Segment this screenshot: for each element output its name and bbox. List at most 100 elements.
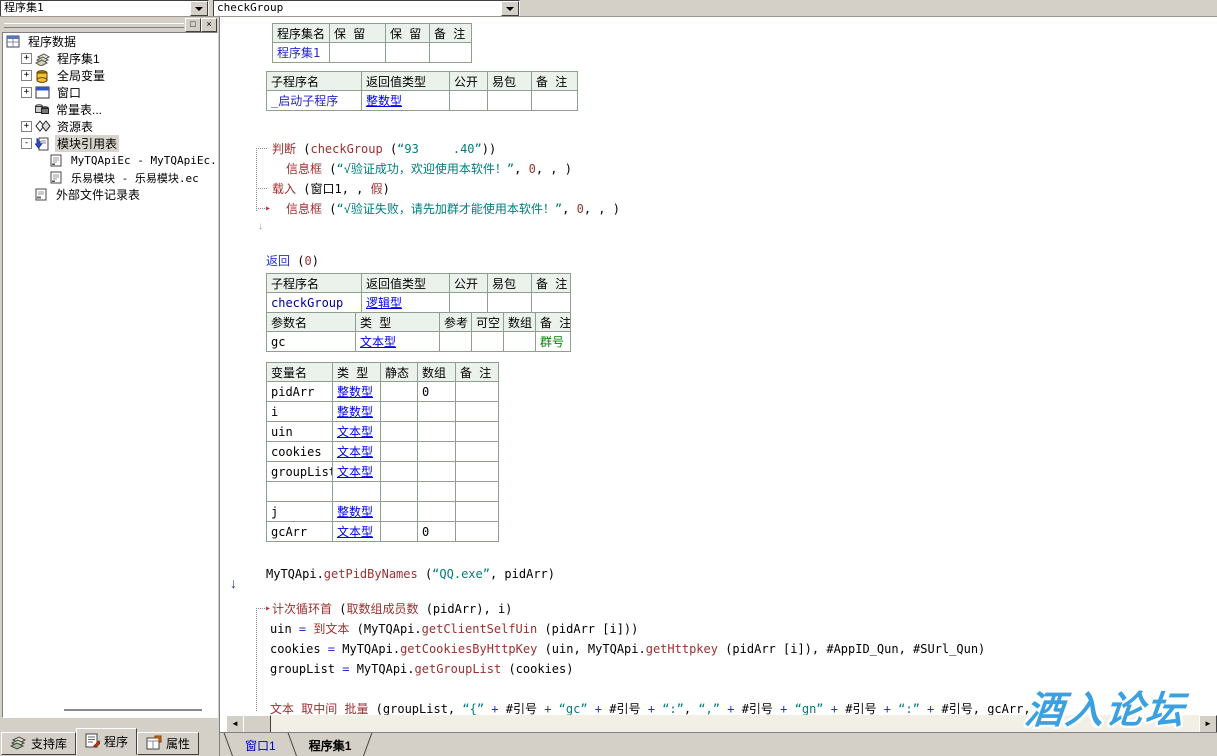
table-header-cell[interactable]: 参考	[440, 312, 472, 332]
table-header-cell[interactable]: 类 型	[333, 362, 381, 382]
table-cell[interactable]	[381, 522, 418, 542]
tree-item[interactable]: -模块引用表	[3, 135, 217, 152]
tree-item[interactable]: 程序数据	[3, 33, 217, 50]
table-cell[interactable]	[266, 482, 333, 502]
tree-item[interactable]: +窗口	[3, 84, 217, 101]
table-cell[interactable]: 程序集1	[272, 43, 330, 63]
table-cell[interactable]	[430, 43, 472, 63]
table-cell[interactable]: 文本型	[333, 462, 381, 482]
table-header-cell[interactable]: 备 注	[536, 312, 571, 332]
table-cell[interactable]: groupList	[266, 462, 333, 482]
table-header-cell[interactable]: 公开	[450, 273, 488, 293]
table-cell[interactable]: uin	[266, 422, 333, 442]
sub-combo-dropdown-button[interactable]	[501, 1, 519, 16]
table-cell[interactable]: 文本型	[333, 422, 381, 442]
table-cell[interactable]: 逻辑型	[362, 293, 450, 313]
sub-combo[interactable]: checkGroup	[213, 0, 520, 17]
table-cell[interactable]	[456, 382, 499, 402]
table-cell[interactable]: 整数型	[333, 382, 381, 402]
table-cell[interactable]	[381, 442, 418, 462]
table-header-cell[interactable]: 保 留	[330, 23, 386, 43]
tree-item[interactable]: 乐易模块 - 乐易模块.ec	[3, 169, 217, 186]
code-line[interactable]: 返回 (0)	[266, 251, 319, 271]
table-cell[interactable]: 0	[418, 522, 456, 542]
bottom-tab-inactive[interactable]: 窗口1	[231, 733, 290, 756]
table-cell[interactable]	[456, 462, 499, 482]
code-line[interactable]: 计次循环首 (取数组成员数 (pidArr), i)	[256, 599, 1059, 619]
assembly-combo[interactable]: 程序集1	[0, 0, 209, 17]
tree-item[interactable]: 外部文件记录表	[3, 186, 217, 203]
table-cell[interactable]	[456, 482, 499, 502]
sidebar-tab-property[interactable]: 属性	[137, 732, 199, 755]
table-cell[interactable]	[330, 43, 386, 63]
panel-close-button[interactable]: ×	[201, 18, 217, 32]
table-cell[interactable]	[418, 482, 456, 502]
table-cell[interactable]	[386, 43, 430, 63]
table-cell[interactable]	[532, 91, 578, 111]
table-header-cell[interactable]: 备 注	[456, 362, 499, 382]
bottom-tab-active[interactable]: 程序集1	[295, 733, 366, 756]
plus-box-icon[interactable]: +	[21, 70, 32, 81]
table-cell[interactable]: j	[266, 502, 333, 522]
tree-item[interactable]: +资源表	[3, 118, 217, 135]
tree-item[interactable]: MyTQApiEc - MyTQApiEc.ec	[3, 152, 217, 169]
table-header-cell[interactable]: 数组	[504, 312, 536, 332]
table-cell[interactable]: gcArr	[266, 522, 333, 542]
table-cell[interactable]: _启动子程序	[266, 91, 362, 111]
table-cell[interactable]: checkGroup	[266, 293, 362, 313]
table-cell[interactable]: 整数型	[333, 402, 381, 422]
table-cell[interactable]	[504, 332, 536, 352]
table-cell[interactable]	[418, 422, 456, 442]
table-cell[interactable]	[472, 332, 504, 352]
table-header-cell[interactable]: 静态	[381, 362, 418, 382]
minus-box-icon[interactable]: -	[21, 138, 32, 149]
table-cell[interactable]	[381, 502, 418, 522]
table-cell[interactable]	[381, 402, 418, 422]
table-header-cell[interactable]: 备 注	[430, 23, 472, 43]
table-header-cell[interactable]: 公开	[450, 71, 488, 91]
panel-restore-button[interactable]: □	[185, 18, 201, 32]
tree-item[interactable]: +全局变量	[3, 67, 217, 84]
table-cell[interactable]: 整数型	[333, 502, 381, 522]
table-cell[interactable]	[381, 422, 418, 442]
table-header-cell[interactable]: 备 注	[532, 273, 571, 293]
table-header-cell[interactable]: 返回值类型	[362, 273, 450, 293]
table-cell[interactable]	[333, 482, 381, 502]
assembly-combo-dropdown-button[interactable]	[190, 1, 208, 16]
code-line[interactable]: 判断 (checkGroup (“93.40”))	[256, 139, 620, 159]
table-cell[interactable]: 0	[418, 382, 456, 402]
code-line[interactable]: MyTQApi.getPidByNames (“QQ.exe”, pidArr)	[266, 564, 555, 584]
table-cell[interactable]	[418, 442, 456, 462]
tree-item[interactable]: 常量表...	[3, 101, 217, 118]
table-cell[interactable]	[418, 462, 456, 482]
sidebar-tab-program[interactable]: 程序	[76, 728, 137, 755]
tree-item[interactable]: +程序集1	[3, 50, 217, 67]
code-line[interactable]: uin = 到文本 (MyTQApi.getClientSelfUin (pid…	[256, 619, 1059, 639]
sidebar-tab-support-lib[interactable]: 支持库	[1, 732, 76, 755]
code-line[interactable]: 载入 (窗口1, , 假)	[256, 179, 620, 199]
table-header-cell[interactable]: 可空	[472, 312, 504, 332]
code-editor[interactable]: 程序集名保 留保 留备 注程序集1 子程序名返回值类型公开易包备 注_启动子程序…	[220, 17, 1217, 756]
table-cell[interactable]: 文本型	[356, 332, 440, 352]
table-cell[interactable]	[450, 293, 488, 313]
table-header-cell[interactable]: 子程序名	[266, 71, 362, 91]
table-header-cell[interactable]: 数组	[418, 362, 456, 382]
table-cell[interactable]: cookies	[266, 442, 333, 462]
table-header-cell[interactable]: 备 注	[532, 71, 578, 91]
table-cell[interactable]	[440, 332, 472, 352]
table-cell[interactable]	[532, 293, 571, 313]
table-header-cell[interactable]: 参数名	[266, 312, 356, 332]
table-cell[interactable]	[381, 382, 418, 402]
table-cell[interactable]	[381, 462, 418, 482]
code-line[interactable]: cookies = MyTQApi.getCookiesByHttpKey (u…	[256, 639, 1059, 659]
table-header-cell[interactable]: 类 型	[356, 312, 440, 332]
table-cell[interactable]	[418, 402, 456, 422]
table-cell[interactable]	[456, 522, 499, 542]
table-header-cell[interactable]: 易包	[488, 71, 532, 91]
table-header-cell[interactable]: 易包	[488, 273, 532, 293]
table-cell[interactable]: 文本型	[333, 522, 381, 542]
code-line[interactable]: 信息框 (“√验证失败，请先加群才能使用本软件！”, 0, , )	[256, 199, 620, 219]
table-header-cell[interactable]: 子程序名	[266, 273, 362, 293]
table-header-cell[interactable]: 返回值类型	[362, 71, 450, 91]
table-cell[interactable]: i	[266, 402, 333, 422]
